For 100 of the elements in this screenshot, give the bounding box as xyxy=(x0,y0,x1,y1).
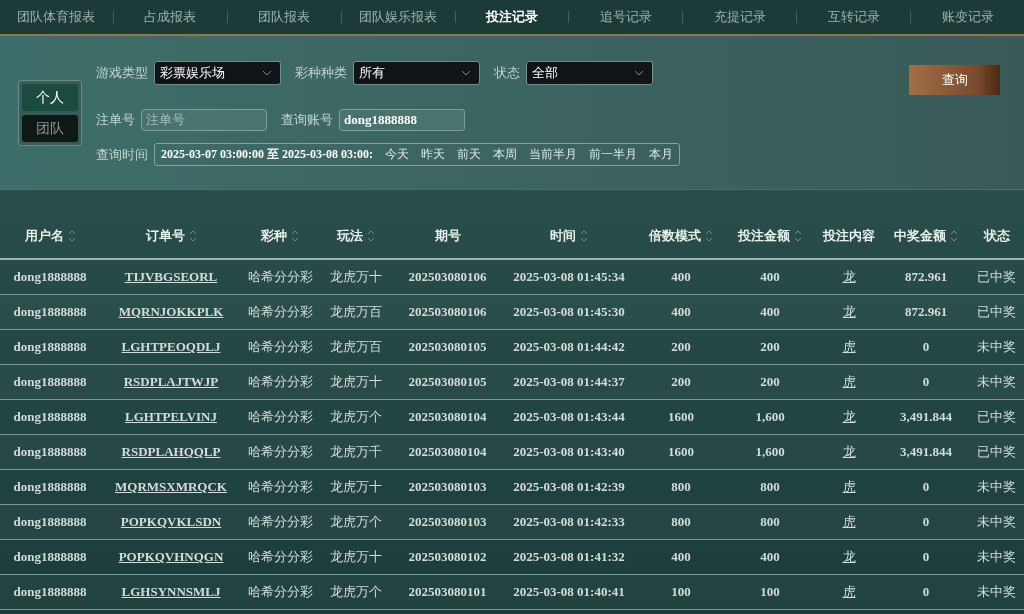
table-cell: dong1888888 xyxy=(13,549,87,564)
filter-label: 状态 xyxy=(494,63,520,82)
table-cell: 872.961 xyxy=(904,269,948,284)
report-tab[interactable]: 追号记录 xyxy=(569,8,683,26)
column-header: 订单号 xyxy=(145,227,185,245)
table-cell: dong1888888 xyxy=(13,584,87,599)
table-cell[interactable]: 虎 xyxy=(842,374,856,389)
chevron-icon xyxy=(634,69,644,76)
report-tab[interactable]: 账变记录 xyxy=(911,8,1024,26)
table-cell: 200 xyxy=(760,374,780,389)
report-tab[interactable]: 充提记录 xyxy=(683,8,797,26)
sort-icon[interactable] xyxy=(580,229,588,243)
table-cell[interactable]: 龙 xyxy=(842,444,856,459)
account-field[interactable]: dong1888888 xyxy=(339,108,465,131)
sort-icon[interactable] xyxy=(67,229,76,243)
sort-icon[interactable] xyxy=(794,229,802,243)
report-tab[interactable]: 团队体育报表 xyxy=(0,8,113,26)
table-cell[interactable]: POPKQVHNQGN xyxy=(118,549,224,564)
table-cell: 202503080104 xyxy=(408,409,487,424)
table-cell: 800 xyxy=(671,514,691,529)
table-cell: 202503080104 xyxy=(408,444,487,459)
date-shortcut[interactable]: 今天 xyxy=(384,146,409,163)
table-cell: 未中奖 xyxy=(977,549,1016,564)
table-cell: 龙虎万个 xyxy=(330,584,382,599)
date-shortcut[interactable]: 本周 xyxy=(492,146,517,163)
sort-icon[interactable] xyxy=(705,229,713,243)
table-cell: 200 xyxy=(671,339,691,354)
table-cell[interactable]: 虎 xyxy=(842,584,856,599)
table-cell[interactable]: 龙 xyxy=(842,549,856,564)
table-cell: dong1888888 xyxy=(13,444,87,459)
sort-icon[interactable] xyxy=(950,229,958,243)
report-tab[interactable]: 互转记录 xyxy=(797,8,911,26)
table-cell: 800 xyxy=(760,514,780,529)
date-shortcut[interactable]: 昨天 xyxy=(420,146,445,163)
table-cell: 0 xyxy=(922,514,930,529)
lottery-kind-select[interactable]: 所有 xyxy=(353,60,480,85)
table-cell[interactable]: MQRMSXMRQCK xyxy=(115,479,227,494)
table-cell: dong1888888 xyxy=(13,304,87,319)
table-cell[interactable]: TIJVBGSEORL xyxy=(124,269,218,284)
table-cell: 龙虎万个 xyxy=(330,409,382,424)
table-cell: dong1888888 xyxy=(13,374,87,389)
table-cell: 400 xyxy=(760,549,780,564)
table-cell: 0 xyxy=(922,374,930,389)
table-cell: dong1888888 xyxy=(13,409,87,424)
table-cell[interactable]: 虎 xyxy=(842,514,856,529)
table-cell[interactable]: RSDPLAJTWJP xyxy=(123,374,219,389)
sort-icon[interactable] xyxy=(188,229,197,243)
date-shortcut[interactable]: 当前半月 xyxy=(528,146,577,163)
table-cell[interactable]: 虎 xyxy=(842,339,856,354)
sort-icon[interactable] xyxy=(291,229,299,243)
date-shortcut[interactable]: 前天 xyxy=(456,146,481,163)
table-cell[interactable]: LGHTPELVINJ xyxy=(125,409,217,424)
table-cell: 400 xyxy=(760,269,780,284)
report-tab[interactable]: 团队报表 xyxy=(227,8,341,26)
table-cell: dong1888888 xyxy=(13,269,87,284)
table-cell[interactable]: 虎 xyxy=(842,479,856,494)
table-cell[interactable]: LGHSYNNSMLJ xyxy=(121,584,221,599)
status-select[interactable]: 全部 xyxy=(526,60,653,85)
table-cell: 已中奖 xyxy=(977,269,1016,284)
table-cell: 哈希分分彩 xyxy=(247,549,313,564)
table-cell: 202503080101 xyxy=(408,584,487,599)
table-cell: 哈希分分彩 xyxy=(247,444,313,459)
table-cell: 哈希分分彩 xyxy=(247,409,313,424)
table-cell[interactable]: 龙 xyxy=(842,409,856,424)
column-header: 倍数模式 xyxy=(649,227,701,245)
table-cell: 哈希分分彩 xyxy=(247,374,313,389)
report-tab[interactable]: 占成报表 xyxy=(113,8,227,26)
table-cell: 872.961 xyxy=(904,304,948,319)
column-header: 彩种 xyxy=(261,227,287,245)
report-tab[interactable]: 投注记录 xyxy=(455,8,569,26)
column-header: 用户名 xyxy=(24,227,64,245)
date-shortcut[interactable]: 前一半月 xyxy=(588,146,637,163)
table-cell: 400 xyxy=(760,304,780,319)
query-button[interactable]: 查询 xyxy=(909,65,1000,95)
table-cell: 龙虎万十 xyxy=(330,549,382,564)
table-cell: 100 xyxy=(671,584,691,599)
sort-icon[interactable] xyxy=(367,229,375,243)
table-cell: 2025-03-08 01:43:44 xyxy=(513,409,625,424)
table-cell: 未中奖 xyxy=(977,584,1016,599)
table-cell: 202503080103 xyxy=(408,514,487,529)
table-cell: 0 xyxy=(922,479,930,494)
table-cell[interactable]: 龙 xyxy=(842,269,856,284)
game-type-select[interactable]: 彩票娱乐场 xyxy=(154,60,281,85)
table-cell: dong1888888 xyxy=(13,339,87,354)
table-cell[interactable]: MQRNJOKKPLK xyxy=(118,304,224,319)
date-shortcut[interactable]: 本月 xyxy=(648,146,673,163)
table-cell[interactable]: 龙 xyxy=(842,304,856,319)
chevron-icon xyxy=(461,69,471,76)
order-number-field[interactable]: 注单号 xyxy=(141,108,267,131)
table-cell[interactable]: RSDPLAHQQLP xyxy=(121,444,221,459)
table-cell[interactable]: POPKQVKLSDN xyxy=(120,514,222,529)
scope-option[interactable]: 团队 xyxy=(22,115,78,142)
scope-option[interactable]: 个人 xyxy=(22,84,78,111)
report-tab[interactable]: 团队娱乐报表 xyxy=(341,8,455,26)
date-range-value[interactable]: 2025-03-07 03:00:00 至 2025-03-08 03:00: xyxy=(161,146,373,163)
table-cell: 2025-03-08 01:42:33 xyxy=(513,514,625,529)
table-cell: 0 xyxy=(922,584,930,599)
table-cell[interactable]: LGHTPEOQDLJ xyxy=(121,339,221,354)
table-cell: 1600 xyxy=(668,409,694,424)
table-cell: 龙虎万千 xyxy=(330,444,382,459)
